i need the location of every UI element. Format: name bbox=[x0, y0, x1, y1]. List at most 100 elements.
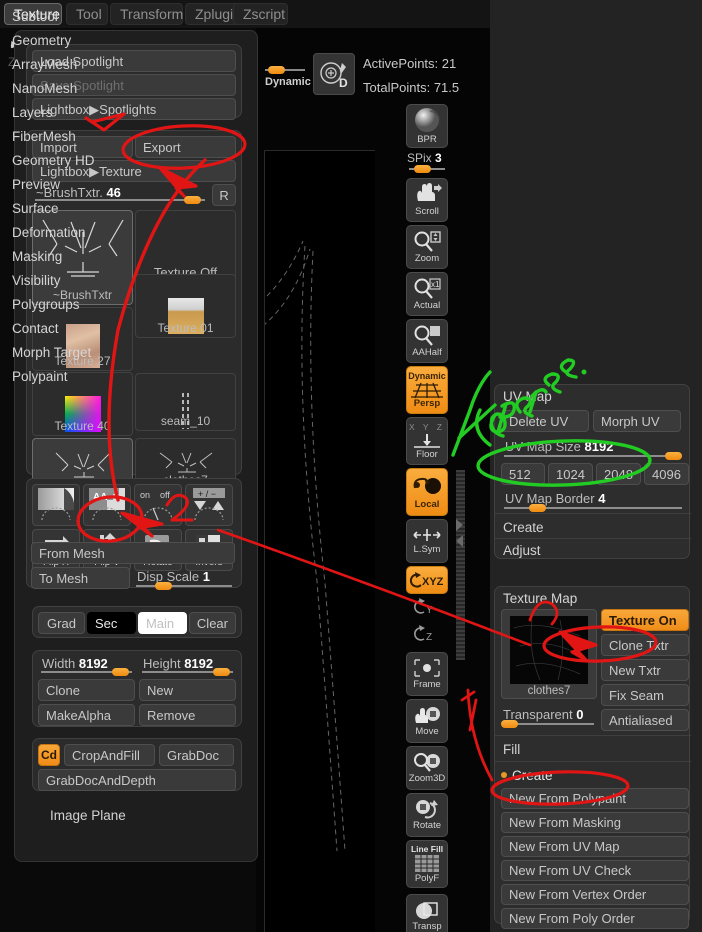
onoff-icon-button[interactable]: on off bbox=[134, 484, 182, 526]
palette-item-surface[interactable]: Surface bbox=[0, 196, 212, 220]
morph-uv-button[interactable]: Morph UV bbox=[593, 410, 681, 432]
palette-item-deformation[interactable]: Deformation bbox=[0, 220, 212, 244]
palette-item-arraymesh[interactable]: ArrayMesh bbox=[0, 52, 212, 76]
transp-button[interactable]: Transp bbox=[406, 894, 448, 932]
create-item-label: New From UV Map bbox=[509, 839, 620, 854]
new-from-masking-button[interactable]: New From Masking bbox=[501, 812, 689, 833]
new-from-vertex-order-button[interactable]: New From Vertex Order bbox=[501, 884, 689, 905]
from-mesh-button[interactable]: From Mesh bbox=[31, 542, 235, 564]
disp-scale-slider[interactable]: Disp Scale 1 bbox=[133, 567, 235, 590]
dynamic-slider[interactable]: Dynamic bbox=[265, 64, 311, 88]
divide-button[interactable]: D bbox=[313, 53, 355, 95]
palette-item-label: Geometry HD bbox=[12, 152, 95, 168]
palette-item-polygroups[interactable]: Polygroups bbox=[0, 292, 212, 316]
uv-map-size-slider[interactable]: UV Map Size 8192 bbox=[501, 437, 685, 460]
palette-item-subtool[interactable]: Subtool bbox=[0, 4, 212, 28]
slider-knob[interactable] bbox=[501, 720, 518, 728]
uv-adjust-button[interactable]: Adjust bbox=[503, 540, 691, 560]
antialiased-button[interactable]: Antialiased bbox=[601, 709, 689, 731]
transparency-icon bbox=[416, 902, 438, 919]
grad-button[interactable]: Grad bbox=[38, 612, 86, 634]
aahalf-button[interactable]: AAHalf bbox=[406, 319, 448, 363]
uv-create-button[interactable]: Create bbox=[503, 516, 691, 538]
palette-item-geometry[interactable]: Geometry bbox=[0, 28, 212, 52]
palette-item-layers[interactable]: Layers bbox=[0, 100, 212, 124]
clone-button[interactable]: Clone bbox=[38, 679, 135, 701]
palette-item-visibility[interactable]: Visibility bbox=[0, 268, 212, 292]
clone-txtr-button[interactable]: Clone Txtr bbox=[601, 634, 689, 656]
actual-button[interactable]: x1 Actual bbox=[406, 272, 448, 316]
palette-item-nanomesh[interactable]: NanoMesh bbox=[0, 76, 212, 100]
image-plane-label[interactable]: Image Plane bbox=[50, 808, 126, 823]
rotate-y-button[interactable]: Y bbox=[406, 596, 448, 622]
palette-item-contact[interactable]: Contact bbox=[0, 316, 212, 340]
grabdocanddepth-button[interactable]: GrabDocAndDepth bbox=[38, 769, 236, 791]
frame-button[interactable]: Frame bbox=[406, 652, 448, 696]
slider-knob[interactable] bbox=[268, 66, 285, 74]
slider-knob[interactable] bbox=[414, 165, 431, 173]
polyf-button[interactable]: Line Fill PolyF bbox=[406, 840, 448, 888]
texture-r-button[interactable]: R bbox=[212, 184, 236, 206]
zoom-button[interactable]: Zoom bbox=[406, 225, 448, 269]
antialias-icon-button[interactable]: AA bbox=[83, 484, 131, 526]
xyz-button[interactable]: XYZ bbox=[406, 566, 448, 594]
new-button[interactable]: New bbox=[139, 679, 236, 701]
viewport-canvas[interactable] bbox=[214, 28, 490, 932]
new-from-poly-order-button[interactable]: New From Poly Order bbox=[501, 908, 689, 929]
uv-preset-2048[interactable]: 2048 bbox=[596, 463, 641, 485]
height-slider[interactable]: Height 8192 bbox=[139, 656, 236, 676]
fill-button[interactable]: Fill bbox=[503, 737, 691, 761]
fix-seam-button[interactable]: Fix Seam bbox=[601, 684, 689, 706]
uv-preset-4096[interactable]: 4096 bbox=[644, 463, 689, 485]
clear-button[interactable]: Clear bbox=[188, 612, 236, 634]
width-slider[interactable]: Width 8192 bbox=[38, 656, 135, 676]
lsym-button[interactable]: L.Sym bbox=[406, 519, 448, 563]
rotate-z-button[interactable]: Z bbox=[406, 623, 448, 649]
uv-preset-512[interactable]: 512 bbox=[501, 463, 545, 485]
persp-button[interactable]: Dynamic Persp bbox=[406, 366, 448, 414]
new-txtr-button[interactable]: New Txtr bbox=[601, 659, 689, 681]
move-button[interactable]: Move bbox=[406, 699, 448, 743]
new-from-uv-map-button[interactable]: New From UV Map bbox=[501, 836, 689, 857]
texture-map-thumb[interactable]: clothes7 bbox=[501, 609, 597, 699]
palette-item-preview[interactable]: Preview bbox=[0, 172, 212, 196]
makealpha-button[interactable]: MakeAlpha bbox=[38, 704, 135, 726]
delete-uv-button[interactable]: Delete UV bbox=[501, 410, 589, 432]
gradient-icon-button[interactable] bbox=[32, 484, 80, 526]
uv-map-border-slider[interactable]: UV Map Border 4 bbox=[501, 489, 685, 512]
scroll-button[interactable]: Scroll bbox=[406, 178, 448, 222]
remove-button[interactable]: Remove bbox=[139, 704, 236, 726]
to-mesh-button[interactable]: To Mesh bbox=[31, 567, 130, 589]
spix-slider[interactable]: SPix 3 bbox=[406, 151, 448, 175]
bpr-button[interactable]: BPR bbox=[406, 104, 448, 148]
new-from-polypaint-button[interactable]: New From Polypaint bbox=[501, 788, 689, 809]
slider-knob[interactable] bbox=[155, 582, 172, 590]
menu-tab-zscript[interactable]: Zscript bbox=[233, 3, 288, 25]
plusminus-icon-button[interactable]: + / − bbox=[185, 484, 233, 526]
slider-knob[interactable] bbox=[529, 504, 546, 512]
palette-item-masking[interactable]: Masking bbox=[0, 244, 212, 268]
texture-on-button[interactable]: Texture On bbox=[601, 609, 689, 631]
main-color-button[interactable]: Main bbox=[137, 612, 187, 634]
palette-item-fibermesh[interactable]: FiberMesh bbox=[0, 124, 212, 148]
palette-item-geometry-hd[interactable]: Geometry HD bbox=[0, 148, 212, 172]
palette-item-morph-target[interactable]: Morph Target bbox=[0, 340, 212, 364]
sec-color-button[interactable]: Sec bbox=[87, 612, 136, 634]
palette-item-polypaint[interactable]: Polypaint bbox=[0, 364, 212, 388]
palette-scrollbar[interactable] bbox=[456, 470, 465, 660]
rotate3d-button[interactable]: Rotate bbox=[406, 793, 448, 837]
local-button[interactable]: Local bbox=[406, 468, 448, 516]
grabdoc-button[interactable]: GrabDoc bbox=[159, 744, 234, 766]
cropandfill-button[interactable]: CropAndFill bbox=[64, 744, 155, 766]
slider-knob[interactable] bbox=[665, 452, 682, 460]
floor-button[interactable]: X Y Z Floor bbox=[406, 417, 448, 465]
transparent-slider[interactable]: Transparent 0 bbox=[501, 705, 597, 728]
create-section-header[interactable]: Create bbox=[501, 763, 689, 787]
new-from-uv-check-button[interactable]: New From UV Check bbox=[501, 860, 689, 881]
zoom3d-button[interactable]: Zoom3D bbox=[406, 746, 448, 790]
slider-knob[interactable] bbox=[213, 668, 230, 676]
cd-button[interactable]: Cd bbox=[38, 744, 60, 766]
uv-preset-1024[interactable]: 1024 bbox=[548, 463, 593, 485]
slider-knob[interactable] bbox=[112, 668, 129, 676]
scroll-arrow-icon[interactable] bbox=[454, 517, 466, 556]
